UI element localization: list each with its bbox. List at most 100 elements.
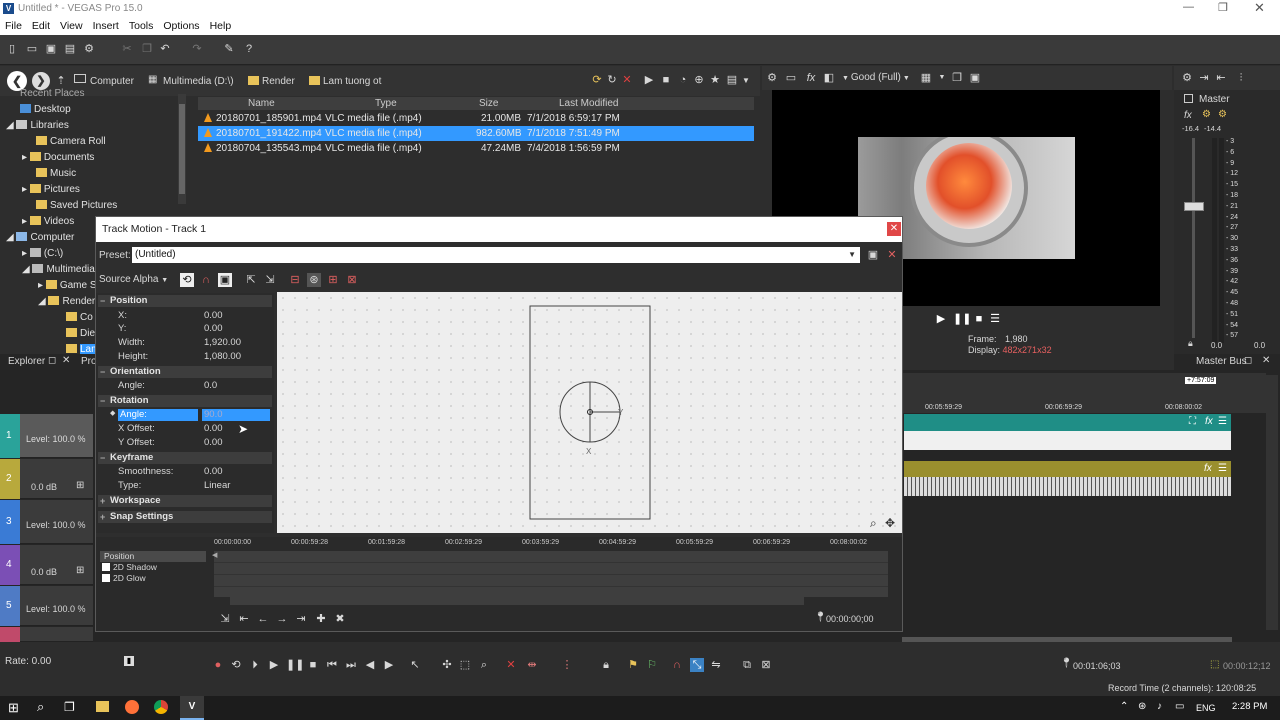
delete-preset-icon[interactable]: ✕: [885, 248, 899, 262]
rate-slider[interactable]: ▮: [124, 656, 134, 666]
fx-icon[interactable]: fx: [804, 71, 818, 85]
prev-keyframe-icon[interactable]: ←: [256, 612, 270, 626]
zoom-tool-icon[interactable]: ⌕: [477, 658, 491, 672]
row-2d-shadow[interactable]: 2D Shadow: [100, 562, 206, 573]
column-type[interactable]: Type: [375, 97, 397, 110]
clock[interactable]: 2:28 PM: [1232, 701, 1267, 712]
quality-dropdown[interactable]: ▼ Good (Full) ▼: [842, 72, 910, 83]
section-workspace[interactable]: Workspace: [98, 495, 272, 507]
region-icon[interactable]: ⚐: [645, 658, 659, 672]
ignore-event-grouping-icon[interactable]: ⊠: [759, 658, 773, 672]
expand-icon[interactable]: ▸: [38, 280, 46, 291]
expand-icon[interactable]: ◢: [6, 232, 16, 243]
tree-item-camera-roll[interactable]: Camera Roll: [0, 134, 178, 150]
delete-keyframe-icon[interactable]: ✖: [333, 612, 347, 626]
tree-item-pictures[interactable]: ▸ Pictures: [0, 182, 178, 198]
master-checkbox[interactable]: [1184, 94, 1193, 103]
play-preview-icon[interactable]: ▶: [642, 73, 656, 87]
pan-slider-icon[interactable]: ⊞: [76, 565, 84, 576]
file-row[interactable]: 20180701_185901.mp4 VLC media file (.mp4…: [198, 111, 754, 126]
rotation-angle-input[interactable]: 90.0: [202, 409, 270, 421]
lock-icon[interactable]: 🔒︎: [1188, 338, 1193, 349]
network-icon[interactable]: ⊛: [1138, 701, 1146, 712]
external-monitor-icon[interactable]: ▭: [784, 71, 798, 85]
track-header-4[interactable]: 4 0.0 dB ⊞: [0, 545, 93, 585]
copy-snapshot-icon[interactable]: ❐: [950, 71, 964, 85]
tree-item-recent-places[interactable]: Recent Places: [0, 86, 178, 102]
minimize-icon[interactable]: —: [1183, 1, 1194, 13]
expand-icon[interactable]: ⇤: [1214, 71, 1228, 85]
menu-insert[interactable]: Insert: [88, 18, 124, 34]
save-as-icon[interactable]: ▤: [63, 42, 77, 56]
column-last-modified[interactable]: Last Modified: [559, 97, 618, 110]
keyframe-h-scrollbar[interactable]: [230, 597, 804, 605]
volume-icon[interactable]: ♪: [1157, 701, 1162, 712]
menu-tools[interactable]: Tools: [124, 18, 159, 34]
stop-preview-icon[interactable]: ■: [659, 73, 673, 87]
section-rotation[interactable]: Rotation: [98, 395, 272, 407]
prevent-x-icon[interactable]: ⊞: [326, 273, 340, 287]
auto-ripple-icon[interactable]: ⤡: [690, 658, 704, 672]
clip-menu-icon[interactable]: ☰: [1218, 463, 1227, 474]
language-indicator[interactable]: ENG: [1196, 703, 1216, 713]
row-2d-glow[interactable]: 2D Glow: [100, 573, 206, 584]
grid-icon[interactable]: ▣: [218, 273, 232, 287]
delete-icon[interactable]: ✕: [504, 658, 518, 672]
auto-preview-icon[interactable]: ◔: [676, 73, 690, 87]
pause-icon[interactable]: ❚❚: [953, 312, 971, 326]
last-keyframe-icon[interactable]: ⇥: [294, 612, 308, 626]
go-to-end-icon[interactable]: ⏭: [344, 658, 358, 672]
x-value[interactable]: 0.00: [204, 310, 223, 322]
add-keyframe-icon[interactable]: ✚: [314, 612, 328, 626]
motion-canvas[interactable]: X Y ⌕ ✥: [277, 292, 902, 533]
menu-view[interactable]: View: [55, 18, 88, 34]
preset-dropdown[interactable]: (Untitled) ▼: [132, 247, 860, 263]
menu-edit[interactable]: Edit: [27, 18, 55, 34]
tool-icon[interactable]: ✎: [222, 42, 236, 56]
lock-envelopes-icon[interactable]: ⇋: [709, 658, 723, 672]
reset-icon[interactable]: ⟲: [180, 273, 194, 287]
envelope-tool-icon[interactable]: ✣: [440, 658, 454, 672]
normal-edit-tool-icon[interactable]: ↖: [408, 658, 422, 672]
selection-tool-icon[interactable]: ⬚: [458, 658, 472, 672]
track-header-5[interactable]: 5 Level: 100.0 %: [0, 586, 93, 626]
file-explorer-icon[interactable]: [96, 701, 109, 712]
file-row[interactable]: 20180704_135543.mp4 VLC media file (.mp4…: [198, 141, 754, 156]
menu-help[interactable]: Help: [205, 18, 237, 34]
refresh-icon[interactable]: ⟳: [590, 73, 604, 87]
column-name[interactable]: Name: [248, 97, 275, 110]
menu-icon[interactable]: ☰: [988, 312, 1002, 326]
tree-item-saved-pictures[interactable]: Saved Pictures: [0, 198, 178, 214]
width-value[interactable]: 1,920.00: [204, 337, 241, 349]
fx-icon[interactable]: fx: [1204, 463, 1212, 474]
fx-chain-icon[interactable]: ⚙: [1218, 109, 1227, 120]
tray-chevron-icon[interactable]: ⌃: [1120, 701, 1128, 712]
expand-icon[interactable]: ▸: [22, 152, 30, 163]
video-clip[interactable]: ⛶ fx ☰: [904, 414, 1231, 450]
lock-icon[interactable]: 🔒︎: [599, 658, 613, 672]
collapse-icon[interactable]: ⇥: [1197, 71, 1211, 85]
snapping-icon[interactable]: ∩: [670, 658, 684, 672]
save-icon[interactable]: ▣: [44, 42, 58, 56]
fader-handle[interactable]: [1184, 202, 1204, 211]
menu-options[interactable]: Options: [158, 18, 204, 34]
expand-icon[interactable]: ▸: [22, 216, 30, 227]
fx-icon[interactable]: fx: [1205, 416, 1213, 427]
checkbox[interactable]: [102, 563, 110, 571]
lock-aspect-icon[interactable]: ⊟: [288, 273, 302, 287]
zoom-icon[interactable]: ⌕: [870, 516, 877, 531]
scale-about-center-icon[interactable]: ⊛: [307, 273, 321, 287]
trim-icon[interactable]: ⇹: [525, 658, 539, 672]
tab-close-icon[interactable]: ✕: [62, 355, 70, 366]
keyframe-marker[interactable]: ◀: [212, 551, 217, 559]
track-header-3[interactable]: 3 Level: 100.0 %: [0, 500, 93, 544]
undo-icon[interactable]: ↶: [158, 42, 172, 56]
tab-explorer[interactable]: Explorer: [8, 356, 45, 367]
settings-icon[interactable]: ⚙: [1180, 71, 1194, 85]
crop-icon[interactable]: ⛶: [1189, 416, 1196, 427]
track-header-1[interactable]: 1 Level: 100.0 %: [0, 414, 93, 458]
expand-icon[interactable]: ▸: [22, 184, 30, 195]
x-offset-value[interactable]: 0.00: [204, 423, 223, 435]
expand-icon[interactable]: ◢: [22, 264, 32, 275]
copy-icon[interactable]: ❐: [140, 42, 154, 56]
